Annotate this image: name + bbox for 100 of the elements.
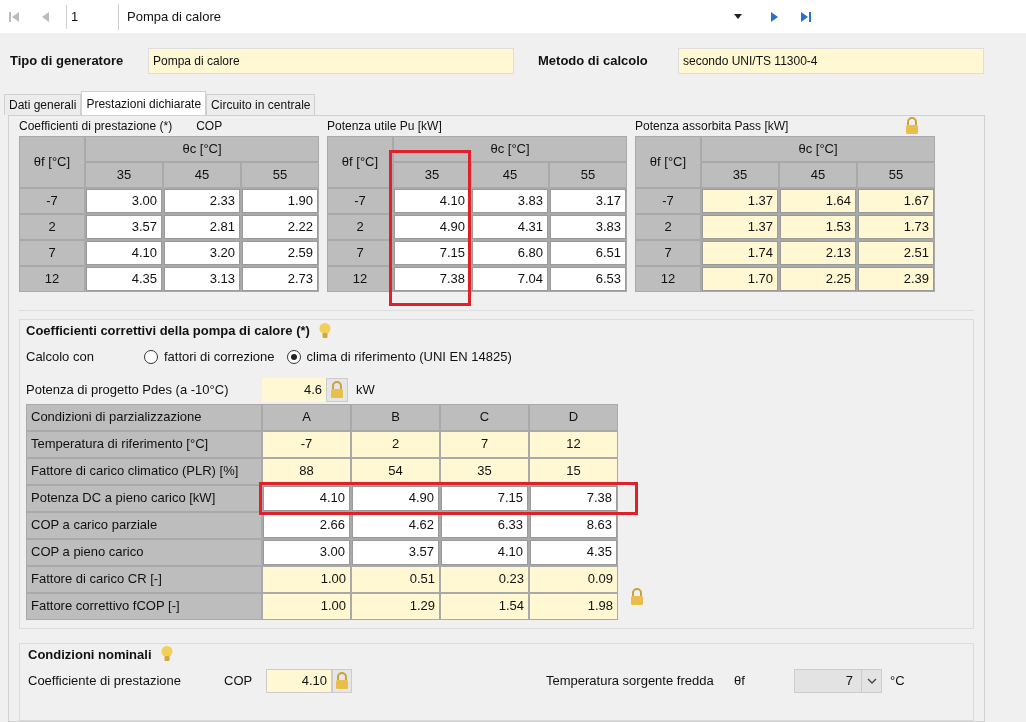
table-cell[interactable]: 7.38 (530, 485, 617, 511)
symbol-label: COP (224, 672, 254, 691)
table-cell[interactable]: 3.13 (164, 267, 240, 291)
symbol-label: θf (734, 672, 746, 691)
record-field[interactable]: 1 (66, 4, 110, 29)
field-label: Metodo di calcolo (538, 52, 649, 71)
table-cell[interactable]: 1.29 (352, 593, 439, 619)
row-header: 12 (636, 267, 700, 291)
table-title: Potenza utile Pu [kW] (327, 118, 442, 135)
table-cell[interactable]: 2.33 (164, 189, 240, 213)
last-record-icon[interactable] (800, 10, 812, 23)
table-cell[interactable]: 3.00 (86, 189, 162, 213)
row-header: 12 (20, 267, 84, 291)
column-header: C (441, 404, 528, 430)
table-cell[interactable]: 4.35 (86, 267, 162, 291)
chevron-down-icon (866, 678, 877, 684)
row-header: Fattore di carico climatico (PLR) [%] (27, 458, 261, 484)
table-title: Coefficienti di prestazione (*) (19, 118, 173, 135)
lightbulb-icon (159, 645, 174, 664)
table-cell[interactable]: 54 (352, 458, 439, 484)
table-cell[interactable]: 1.00 (263, 566, 350, 592)
table-cell[interactable]: 2 (352, 431, 439, 457)
table-cell[interactable]: 1.64 (780, 189, 856, 213)
table-cell[interactable]: 2.73 (242, 267, 318, 291)
table-cell[interactable]: 4.90 (352, 485, 439, 511)
table-cell[interactable]: 12 (530, 431, 617, 457)
design-power-field[interactable]: 4.6 (262, 377, 326, 402)
table-cell[interactable]: 3.00 (263, 539, 350, 565)
table-cell[interactable]: 35 (441, 458, 528, 484)
table-cell[interactable]: 1.54 (441, 593, 528, 619)
table-cell[interactable]: 1.73 (858, 215, 934, 239)
table-cell[interactable]: 2.25 (780, 267, 856, 291)
table-cell[interactable]: 3.17 (550, 189, 626, 213)
table-cell[interactable]: 2.22 (242, 215, 318, 239)
row-header: 7 (636, 241, 700, 265)
table-cell[interactable]: -7 (263, 431, 350, 457)
radio-button[interactable] (144, 349, 158, 364)
field-label: Potenza di progetto Pdes (a -10°C) (26, 380, 230, 399)
cop-field[interactable]: 4.10 (266, 669, 332, 693)
column-header: 35 (702, 163, 778, 187)
row-header: 12 (328, 267, 392, 291)
tab[interactable]: Circuito in centrale (206, 94, 316, 115)
generator-type-field[interactable]: Pompa di calore (148, 48, 514, 74)
column-header: θc [°C] (702, 137, 934, 161)
record-dropdown[interactable]: Pompa di calore (118, 3, 750, 30)
table-cell[interactable]: 3.20 (164, 241, 240, 265)
table-cell[interactable]: 7 (441, 431, 528, 457)
table-cell[interactable]: 2.81 (164, 215, 240, 239)
table-cell[interactable]: 6.53 (550, 267, 626, 291)
column-header: 55 (858, 163, 934, 187)
table-cell[interactable]: 1.74 (702, 241, 778, 265)
column-header: 35 (86, 163, 162, 187)
table-cell[interactable]: 1.98 (530, 593, 617, 619)
lightbulb-icon (317, 321, 332, 340)
column-header: θf [°C] (636, 137, 700, 187)
column-header: Condizioni di parzializzazione (27, 404, 261, 430)
row-header: COP a carico parziale (27, 512, 261, 538)
column-header: 45 (472, 163, 548, 187)
table-cell[interactable]: 7.15 (394, 241, 470, 265)
table-cell[interactable]: 1.90 (242, 189, 318, 213)
table-cell[interactable]: 2.39 (858, 267, 934, 291)
table-cell[interactable]: 3.83 (472, 189, 548, 213)
table-cell[interactable]: 2.51 (858, 241, 934, 265)
next-icon[interactable] (770, 10, 780, 23)
table-cell[interactable]: 2.59 (242, 241, 318, 265)
table-cell[interactable]: 4.10 (86, 241, 162, 265)
table-cell[interactable]: 0.23 (441, 566, 528, 592)
caret-icon (734, 14, 742, 19)
table-cell[interactable]: 6.80 (472, 241, 548, 265)
tab[interactable]: Prestazioni dichiarate (81, 91, 207, 115)
table-cell[interactable]: 1.00 (263, 593, 350, 619)
table-cell[interactable]: 4.10 (263, 485, 350, 511)
table-cell[interactable]: 3.57 (352, 539, 439, 565)
method-field[interactable]: secondo UNI/TS 11300-4 (678, 48, 984, 74)
table-cell[interactable]: 2.13 (780, 241, 856, 265)
tab[interactable]: Dati generali (4, 94, 82, 115)
radio-button[interactable] (286, 349, 301, 364)
table-cell[interactable]: 7.04 (472, 267, 548, 291)
table-cell[interactable]: 0.09 (530, 566, 617, 592)
table-cell[interactable]: 4.10 (394, 189, 470, 213)
table-cell[interactable]: 3.57 (86, 215, 162, 239)
table-cell[interactable]: 1.53 (780, 215, 856, 239)
table-cell[interactable]: 1.67 (858, 189, 934, 213)
table-cell[interactable]: 15 (530, 458, 617, 484)
table-cell[interactable]: 6.51 (550, 241, 626, 265)
table-cell[interactable]: 7.38 (394, 267, 470, 291)
table-cell[interactable]: 1.70 (702, 267, 778, 291)
table-cell[interactable]: 1.37 (702, 215, 778, 239)
table-cell[interactable]: 4.10 (441, 539, 528, 565)
table-cell[interactable]: 4.35 (530, 539, 617, 565)
field-label: Tipo di generatore (10, 52, 125, 71)
table-cell[interactable]: 4.90 (394, 215, 470, 239)
table-cell[interactable]: 0.51 (352, 566, 439, 592)
table-cell[interactable]: 4.31 (472, 215, 548, 239)
unit-label: COP (196, 118, 223, 135)
table-cell[interactable]: 1.37 (702, 189, 778, 213)
radio-label: fattori di correzione (164, 347, 275, 366)
table-cell[interactable]: 7.15 (441, 485, 528, 511)
table-cell[interactable]: 3.83 (550, 215, 626, 239)
table-cell[interactable]: 88 (263, 458, 350, 484)
